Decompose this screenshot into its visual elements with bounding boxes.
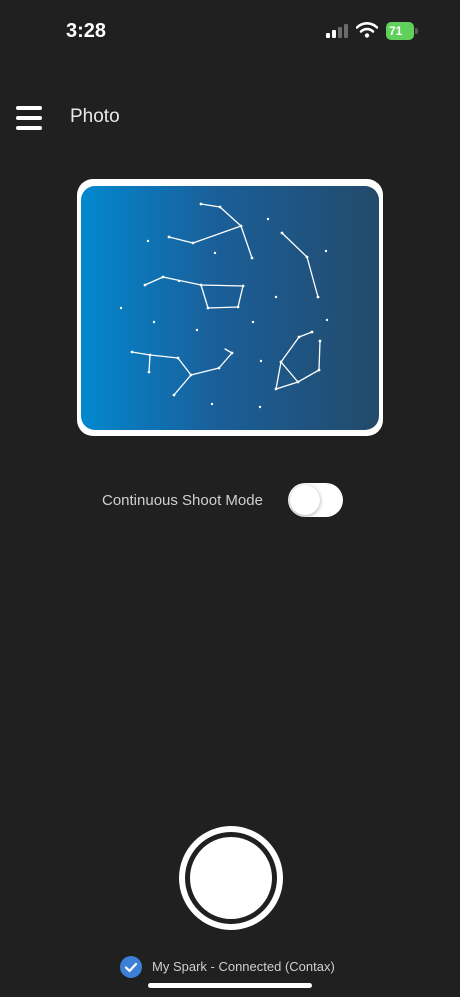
status-time: 3:28 <box>66 20 107 42</box>
connection-status: My Spark - Connected (Contax) <box>152 959 335 974</box>
shutter-core <box>190 837 272 919</box>
cellular-signal-icon <box>326 24 348 38</box>
continuous-shoot-label: Continuous Shoot Mode <box>102 492 263 509</box>
battery-level: 71 <box>389 24 403 38</box>
shutter-button[interactable] <box>179 826 283 930</box>
toggle-knob <box>290 485 320 515</box>
checkmark-circle-icon <box>120 956 142 978</box>
wifi-icon <box>356 22 378 38</box>
home-indicator[interactable] <box>148 983 312 988</box>
battery-nub <box>415 28 418 34</box>
battery-icon: 71 <box>386 22 414 40</box>
hamburger-menu-icon[interactable] <box>16 106 44 130</box>
constellation-star-map <box>119 202 329 409</box>
page-title: Photo <box>70 106 120 127</box>
status-bar: 3:28 71 <box>0 0 460 60</box>
camera-preview <box>81 186 379 430</box>
continuous-shoot-toggle[interactable] <box>288 483 343 517</box>
